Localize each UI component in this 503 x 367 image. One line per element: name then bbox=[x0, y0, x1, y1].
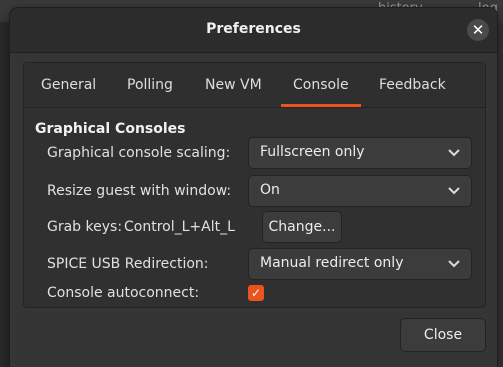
usb-redirection-value: Manual redirect only bbox=[260, 255, 404, 271]
dialog-title: Preferences bbox=[206, 21, 301, 37]
chevron-down-icon bbox=[448, 144, 460, 166]
titlebar: Preferences ✕ bbox=[10, 8, 497, 53]
tab-bar: General Polling New VM Console Feedback bbox=[24, 63, 485, 108]
autoconnect-checkbox[interactable]: ✓ bbox=[248, 285, 264, 301]
tab-general[interactable]: General bbox=[41, 63, 96, 107]
scaling-label: Graphical console scaling: bbox=[47, 145, 231, 161]
tab-polling[interactable]: Polling bbox=[127, 63, 173, 107]
scaling-dropdown[interactable]: Fullscreen only bbox=[248, 137, 472, 169]
usb-redirection-label: SPICE USB Redirection: bbox=[47, 256, 209, 272]
change-button[interactable]: Change... bbox=[262, 211, 342, 243]
tab-feedback[interactable]: Feedback bbox=[379, 63, 446, 107]
tab-notebook: General Polling New VM Console Feedback … bbox=[23, 62, 486, 308]
resize-dropdown[interactable]: On bbox=[248, 175, 472, 207]
tab-new-vm[interactable]: New VM bbox=[205, 63, 262, 107]
autoconnect-label: Console autoconnect: bbox=[47, 285, 200, 301]
scaling-value: Fullscreen only bbox=[260, 144, 365, 160]
usb-redirection-dropdown[interactable]: Manual redirect only bbox=[248, 248, 472, 280]
resize-value: On bbox=[260, 182, 280, 198]
close-icon[interactable]: ✕ bbox=[467, 19, 489, 41]
grab-keys-value: Control_L+Alt_L bbox=[124, 219, 235, 235]
resize-label: Resize guest with window: bbox=[47, 183, 232, 199]
grab-keys-label: Grab keys: bbox=[47, 219, 123, 235]
chevron-down-icon bbox=[448, 255, 460, 277]
preferences-dialog: Preferences ✕ General Polling New VM Con… bbox=[10, 8, 497, 367]
section-title: Graphical Consoles bbox=[35, 121, 186, 137]
tab-console[interactable]: Console bbox=[281, 63, 361, 107]
chevron-down-icon bbox=[448, 182, 460, 204]
close-button[interactable]: Close bbox=[400, 318, 486, 352]
